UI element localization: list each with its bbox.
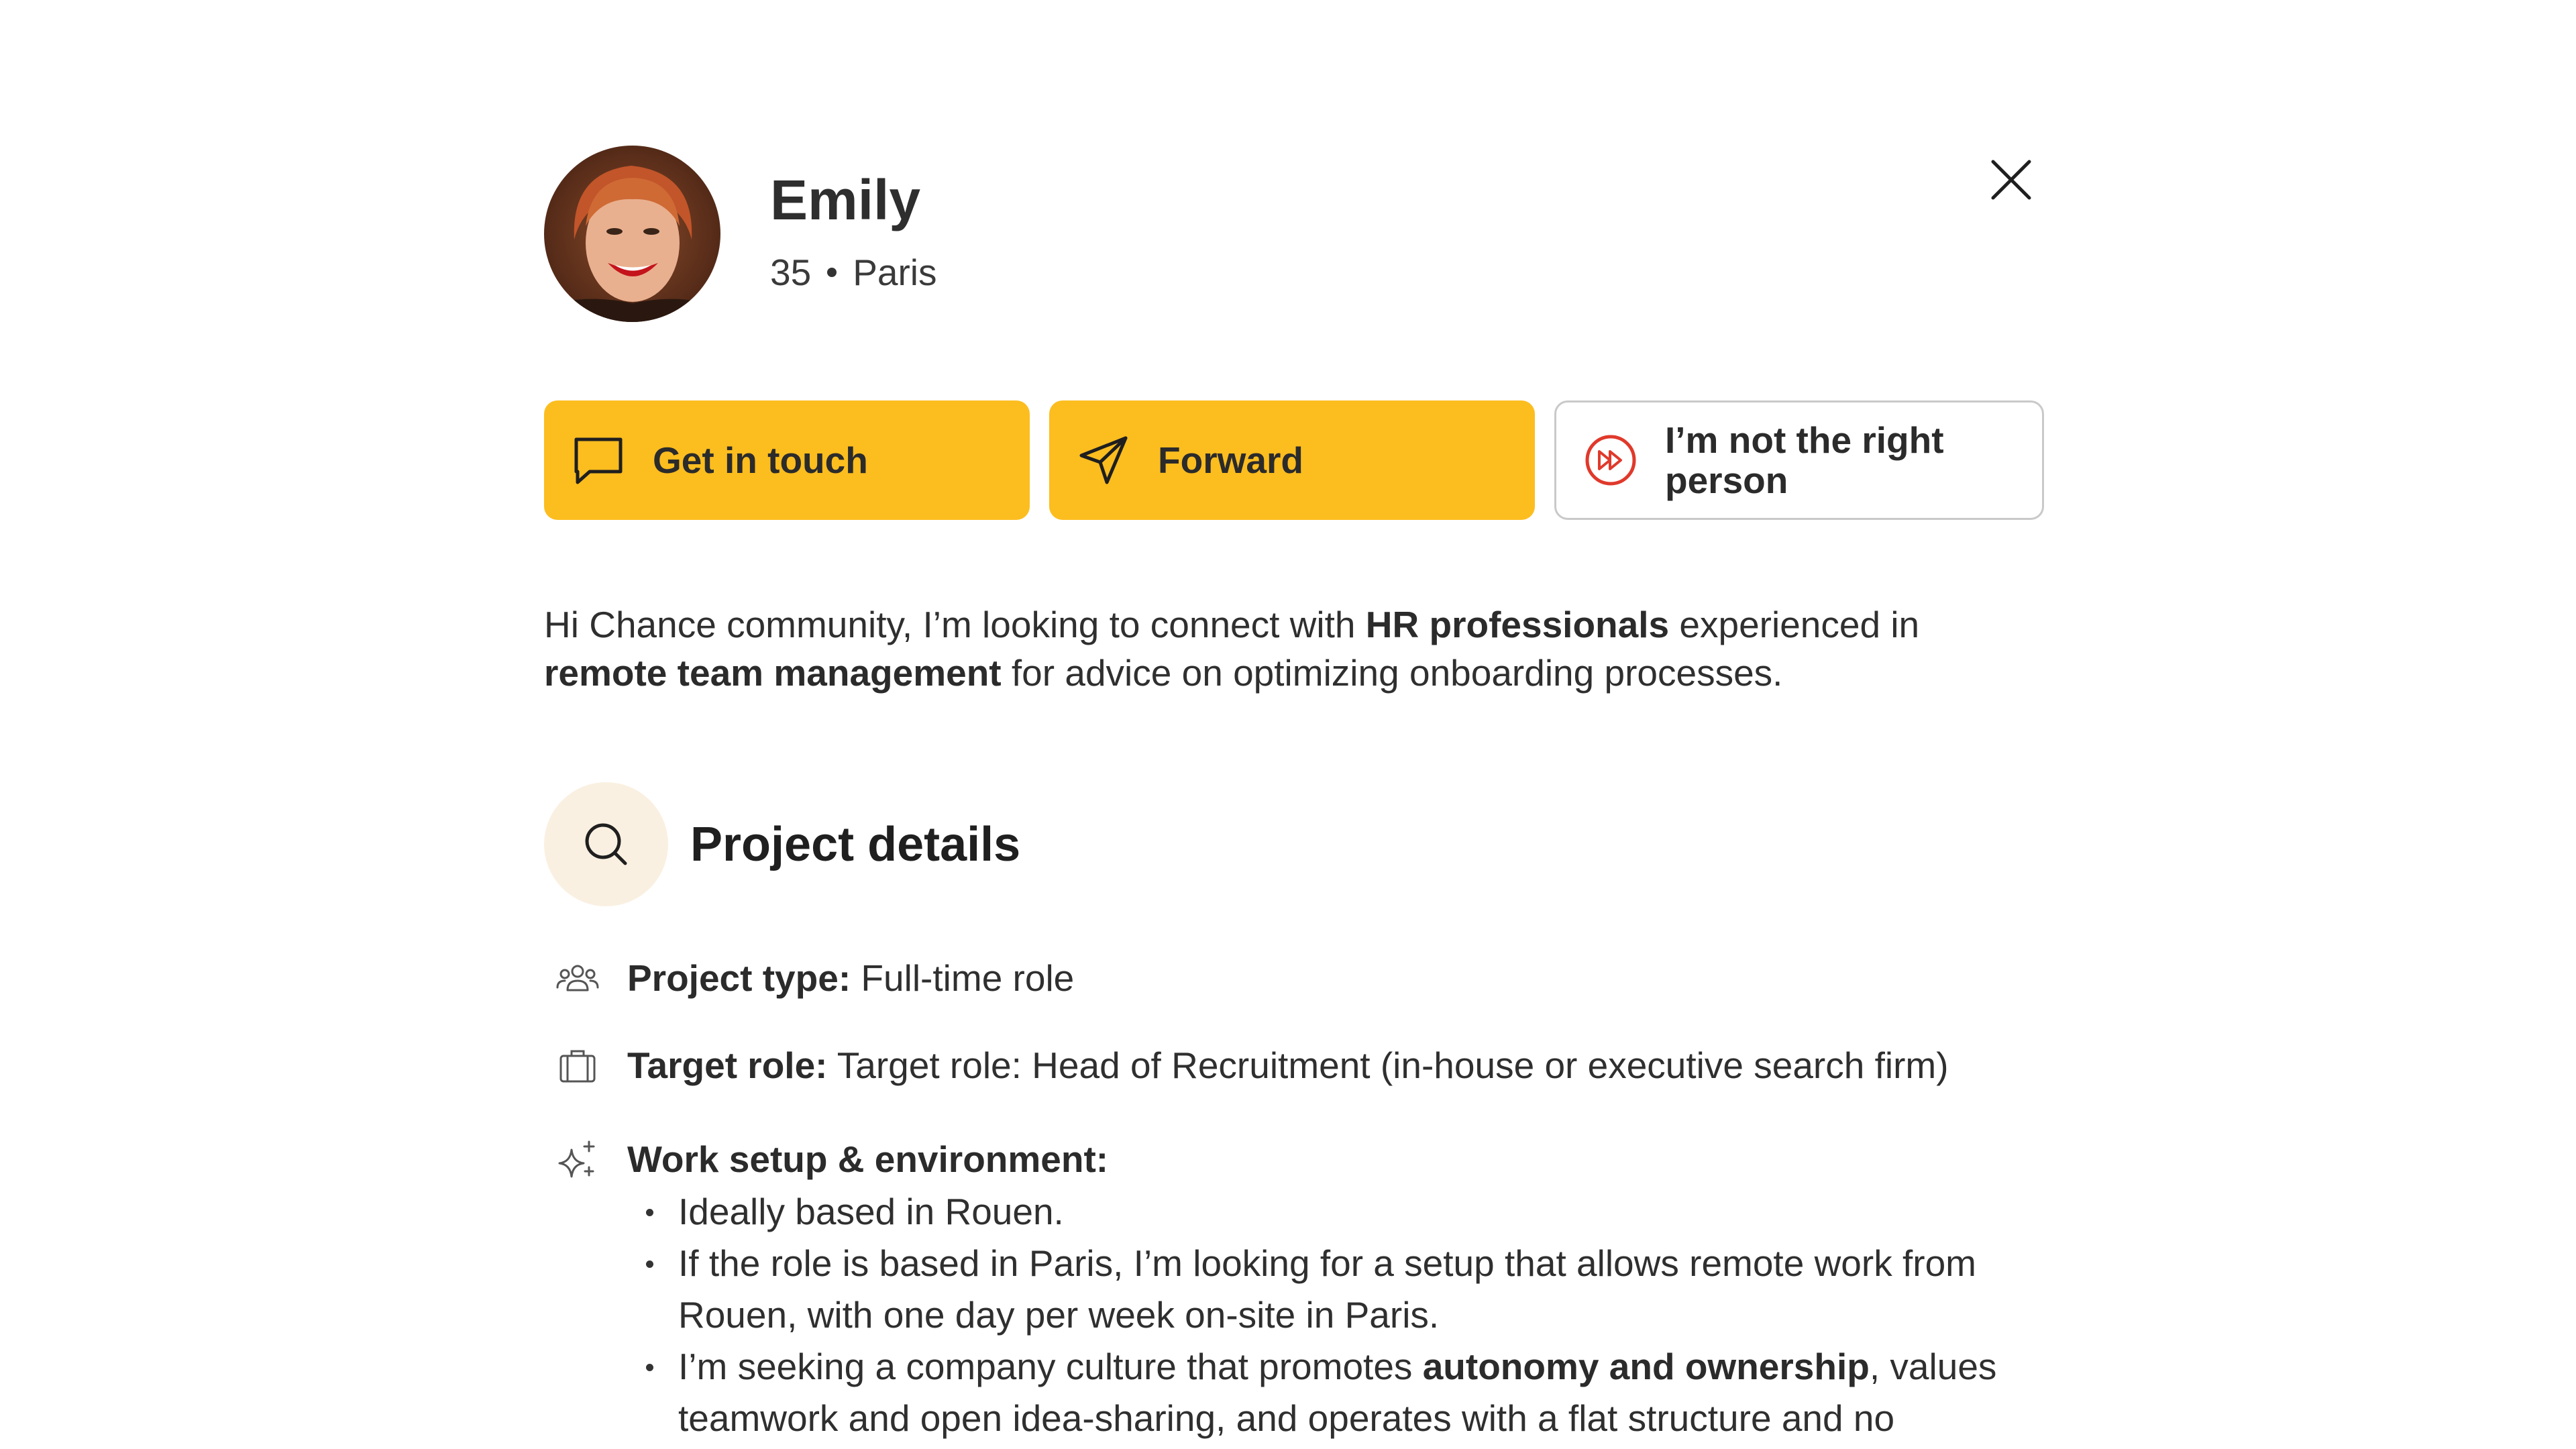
paper-plane-icon xyxy=(1079,436,1128,484)
search-icon xyxy=(585,823,627,865)
detail-target-role: Target role: Target role: Head of Recrui… xyxy=(544,1040,2044,1091)
profile-city: Paris xyxy=(853,252,937,293)
list-item: Ideally based in Rouen. xyxy=(627,1186,2044,1238)
get-in-touch-button[interactable]: Get in touch xyxy=(544,400,1030,520)
work-setup-list: Ideally based in Rouen. If the role is b… xyxy=(627,1186,2044,1444)
close-icon xyxy=(1991,160,2031,200)
section-icon-badge xyxy=(544,782,668,906)
project-type-text: Project type: Full-time role xyxy=(611,953,1074,1004)
forward-label: Forward xyxy=(1158,439,1303,481)
detail-project-type: Project type: Full-time role xyxy=(544,953,2044,1004)
chat-bubble-icon xyxy=(574,437,623,484)
forward-button[interactable]: Forward xyxy=(1049,400,1535,520)
intro-part: Hi Chance community, I’m looking to conn… xyxy=(544,604,1366,645)
profile-meta: 35 Paris xyxy=(770,252,937,293)
intro-text: Hi Chance community, I’m looking to conn… xyxy=(544,600,2044,697)
profile-name: Emily xyxy=(770,168,921,231)
separator-dot xyxy=(827,268,837,278)
work-setup-text: Work setup & environment: Ideally based … xyxy=(611,1134,2044,1444)
briefcase-icon xyxy=(559,1050,596,1083)
list-item-text: I’m seeking a company culture that promo… xyxy=(678,1346,1423,1387)
list-item-highlight: autonomy and ownership xyxy=(1422,1346,1870,1387)
avatar xyxy=(544,146,720,322)
intro-highlight: remote team management xyxy=(544,652,1002,694)
get-in-touch-label: Get in touch xyxy=(653,439,868,481)
page: Emily 35 Paris Get in touch Forward I’m … xyxy=(0,0,2576,1449)
intro-highlight: HR professionals xyxy=(1365,604,1670,645)
project-type-value: Full-time role xyxy=(851,957,1075,999)
profile-panel: Emily 35 Paris Get in touch Forward I’m … xyxy=(544,0,2044,1449)
not-right-person-label: I’m not the right person xyxy=(1665,419,1944,501)
list-item: I’m seeking a company culture that promo… xyxy=(627,1341,2044,1444)
close-button[interactable] xyxy=(1988,156,2035,203)
not-right-person-button[interactable]: I’m not the right person xyxy=(1554,400,2044,520)
intro-part: experienced in xyxy=(1669,604,1920,645)
intro-part: for advice on optimizing onboarding proc… xyxy=(1001,652,1783,694)
target-role-value: Target role: Head of Recruitment (in-hou… xyxy=(827,1044,1949,1086)
section-title: Project details xyxy=(690,818,1021,871)
target-role-label: Target role: xyxy=(627,1044,828,1086)
project-type-label: Project type: xyxy=(627,957,851,999)
sparkles-icon xyxy=(558,1140,595,1178)
detail-work-setup: Work setup & environment: Ideally based … xyxy=(544,1134,2044,1444)
target-role-text: Target role: Target role: Head of Recrui… xyxy=(611,1040,1949,1091)
action-buttons: Get in touch Forward I’m not the right p… xyxy=(544,400,2044,520)
work-setup-label: Work setup & environment: xyxy=(627,1138,1109,1180)
people-icon xyxy=(556,965,599,991)
list-item: If the role is based in Paris, I’m looki… xyxy=(627,1238,2044,1341)
fast-forward-circle-icon xyxy=(1585,435,1636,486)
profile-age: 35 xyxy=(770,252,812,293)
